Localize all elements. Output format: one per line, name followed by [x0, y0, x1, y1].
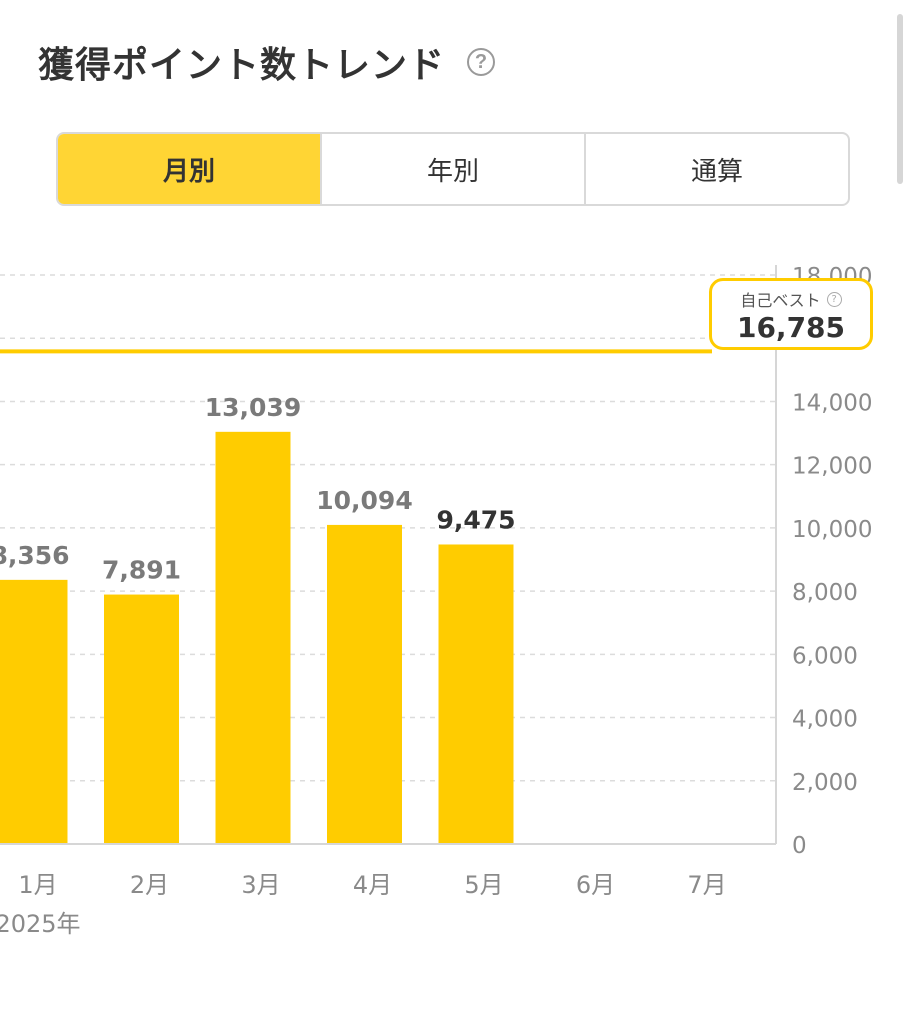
- bar: [0, 579, 68, 844]
- y-tick-label: 4,000: [792, 707, 858, 733]
- bar-value-label: 10,094: [316, 486, 412, 515]
- x-tick-label: 7月: [687, 871, 726, 899]
- bar: [215, 431, 291, 844]
- year-label: 2025年: [0, 910, 81, 938]
- x-tick-label: 1月: [18, 871, 57, 899]
- bar-value-label: 7,891: [102, 556, 181, 585]
- personal-best-value: 16,785: [736, 311, 846, 344]
- y-tick-label: 12,000: [792, 454, 872, 480]
- tab-monthly[interactable]: 月別: [58, 134, 322, 204]
- x-axis: 1月 2月 3月 4月 5月 6月 7月 2025年: [0, 871, 727, 938]
- personal-best-label-row: 自己ベスト ?: [712, 287, 870, 311]
- title-row: 獲得ポイント数トレンド ?: [38, 36, 496, 88]
- personal-best-badge[interactable]: 自己ベスト ? 16,785: [709, 278, 873, 350]
- question-circle-icon[interactable]: ?: [826, 291, 842, 307]
- bars: [0, 431, 514, 844]
- bar-value-label: 8,356: [0, 541, 70, 570]
- personal-best-label: 自己ベスト: [740, 291, 821, 310]
- bar: [327, 524, 402, 844]
- y-tick-label: 6,000: [792, 643, 858, 669]
- y-tick-label: 0: [792, 833, 807, 859]
- bar-value-label: 13,039: [205, 393, 301, 422]
- period-tabs: 月別 年別 通算: [56, 132, 850, 206]
- x-tick-label: 4月: [353, 871, 392, 899]
- question-circle-icon[interactable]: ?: [467, 48, 496, 76]
- y-tick-label: 2,000: [792, 770, 858, 796]
- scrollbar[interactable]: [897, 14, 903, 184]
- x-tick-label: 6月: [576, 871, 615, 899]
- x-tick-label: 2月: [130, 871, 169, 899]
- y-tick-label: 8,000: [792, 580, 858, 606]
- y-tick-label: 10,000: [792, 517, 872, 543]
- page-title: 獲得ポイント数トレンド: [38, 45, 446, 86]
- bar-value-label: 9,475: [436, 505, 515, 534]
- y-tick-label: 14,000: [792, 390, 872, 416]
- bar: [104, 594, 179, 844]
- tab-yearly[interactable]: 年別: [322, 134, 586, 204]
- x-tick-label: 3月: [241, 871, 280, 899]
- tab-total[interactable]: 通算: [586, 134, 848, 204]
- bar: [438, 544, 514, 844]
- x-tick-label: 5月: [464, 871, 503, 899]
